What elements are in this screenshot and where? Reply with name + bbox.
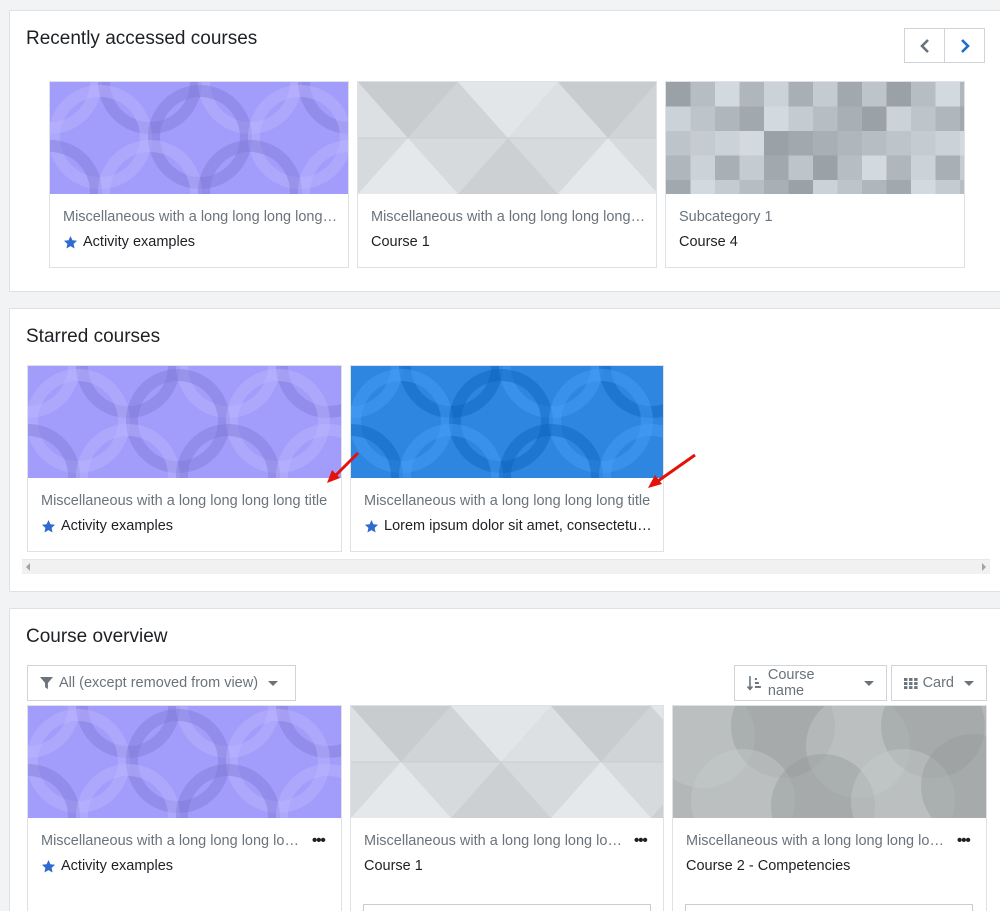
course-category: Miscellaneous with a long long long long… — [364, 833, 626, 849]
course-name: Activity examples — [83, 234, 196, 250]
course-name-link[interactable]: Activity examples — [41, 858, 331, 874]
starred-courses-block: Starred courses Miscellaneous with a lon… — [9, 308, 1000, 592]
course-image[interactable] — [50, 82, 348, 194]
course-name: Course 1 — [371, 234, 430, 250]
next-button[interactable] — [944, 28, 985, 63]
overview-course-card[interactable]: Miscellaneous with a long long long long… — [350, 705, 664, 911]
recent-course-card[interactable]: Miscellaneous with a long long long long… — [357, 81, 657, 268]
filter-label: All (except removed from view) — [59, 675, 259, 691]
filter-icon — [40, 676, 53, 689]
recently-accessed-block: Recently accessed courses Miscellaneous … — [9, 10, 1000, 292]
course-image[interactable] — [358, 82, 656, 194]
caret-down-icon — [964, 680, 974, 686]
star-icon — [63, 235, 78, 248]
starred-course-card[interactable]: Miscellaneous with a long long long long… — [350, 365, 664, 552]
course-image[interactable] — [28, 706, 341, 818]
caret-down-icon — [268, 680, 279, 686]
course-name: Course 1 — [364, 858, 423, 874]
course-name: Course 4 — [679, 234, 738, 250]
caret-down-icon — [864, 680, 874, 686]
course-name-link[interactable]: Course 2 - Competencies — [686, 858, 976, 874]
overview-block-title: Course overview — [26, 626, 168, 647]
recent-block-title: Recently accessed courses — [26, 28, 258, 49]
course-category: Subcategory 1 — [679, 209, 773, 225]
star-icon — [41, 519, 56, 532]
overview-course-card[interactable]: Miscellaneous with a long long long long… — [672, 705, 987, 911]
course-category: Miscellaneous with a long long long long… — [41, 493, 328, 509]
star-icon — [364, 519, 379, 532]
course-category: Miscellaneous with a long long long long… — [686, 833, 948, 849]
sort-label: Course name — [767, 667, 815, 699]
course-image[interactable] — [28, 366, 341, 478]
view-dropdown[interactable]: Card — [891, 665, 987, 701]
course-category: Miscellaneous with a long long long long… — [371, 209, 649, 225]
horizontal-scrollbar[interactable] — [22, 559, 990, 574]
sort-alpha-icon — [747, 676, 761, 691]
recent-course-card[interactable]: Miscellaneous with a long long long long… — [49, 81, 349, 268]
course-image[interactable] — [351, 366, 663, 478]
starred-course-card[interactable]: Miscellaneous with a long long long long… — [27, 365, 342, 552]
course-image[interactable] — [351, 706, 663, 818]
scroll-right-arrow-icon[interactable] — [982, 563, 986, 571]
sort-dropdown[interactable]: Course name — [734, 665, 887, 701]
course-name-link[interactable]: Course 1 — [371, 234, 649, 250]
annotation-arrow-icon — [327, 451, 360, 483]
course-category: Miscellaneous with a long long long long… — [41, 833, 303, 849]
course-name: Lorem ipsum dolor sit amet, consectetur … — [384, 518, 656, 534]
course-image[interactable] — [673, 706, 986, 818]
star-icon — [41, 859, 56, 872]
annotation-arrow-icon — [648, 453, 696, 488]
course-name-link[interactable]: Activity examples — [41, 518, 339, 534]
progress-bar — [685, 904, 973, 911]
recent-nav — [904, 28, 987, 63]
course-actions-menu-icon[interactable]: ••• — [957, 833, 971, 848]
chevron-left-icon — [919, 38, 929, 53]
course-category: Miscellaneous with a long long long long… — [63, 209, 341, 225]
course-actions-menu-icon[interactable]: ••• — [312, 833, 326, 848]
course-name-link[interactable]: Lorem ipsum dolor sit amet, consectetur … — [364, 518, 656, 534]
course-name-link[interactable]: Activity examples — [63, 234, 341, 250]
course-name: Activity examples — [61, 858, 174, 874]
previous-button[interactable] — [904, 28, 945, 63]
course-overview-block: Course overview All (except removed from… — [9, 608, 1000, 911]
scroll-left-arrow-icon[interactable] — [26, 563, 30, 571]
view-label: Card — [922, 675, 954, 691]
starred-block-title: Starred courses — [26, 326, 161, 347]
overview-course-card[interactable]: Miscellaneous with a long long long long… — [27, 705, 342, 911]
grid-icon — [904, 677, 918, 689]
course-actions-menu-icon[interactable]: ••• — [634, 833, 648, 848]
course-name: Course 2 - Competencies — [686, 858, 851, 874]
course-name-link[interactable]: Course 1 — [364, 858, 654, 874]
course-name-link[interactable]: Course 4 — [679, 234, 957, 250]
grouping-filter-dropdown[interactable]: All (except removed from view) — [27, 665, 296, 701]
progress-bar — [363, 904, 651, 911]
course-category: Miscellaneous with a long long long long… — [364, 493, 651, 509]
course-image[interactable] — [666, 82, 964, 194]
recent-course-card[interactable]: Subcategory 1 Course 4 — [665, 81, 965, 268]
course-name: Activity examples — [61, 518, 174, 534]
chevron-right-icon — [960, 38, 970, 53]
